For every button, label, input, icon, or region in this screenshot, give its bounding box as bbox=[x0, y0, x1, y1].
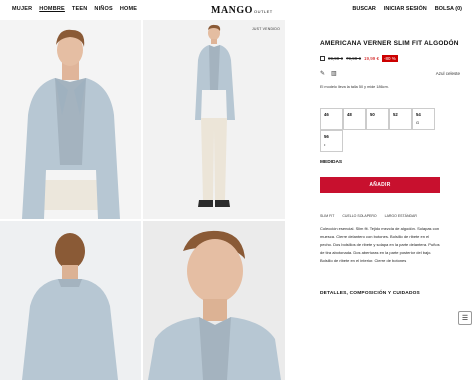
size-label: 54 bbox=[416, 112, 421, 117]
product-photo-front-closeup[interactable] bbox=[0, 20, 141, 219]
bag-link[interactable]: BOLSA (0) bbox=[435, 6, 462, 12]
nav-item-hombre[interactable]: HOMBRE bbox=[39, 6, 65, 12]
size-option[interactable]: 56 • bbox=[320, 130, 343, 152]
logo-suffix: OUTLET bbox=[253, 9, 273, 14]
size-label: 56 bbox=[324, 134, 329, 139]
top-navigation-bar: MUJER HOMBRE TEEN NIÑOS HOME MANGOOUTLET… bbox=[0, 0, 475, 20]
color-row: ✎ ▥ Azul celeste bbox=[320, 70, 460, 77]
discount-badge: -80 % bbox=[382, 54, 398, 62]
gallery-tag: JUST VENDIDO bbox=[251, 27, 280, 31]
chat-icon[interactable]: ☰ bbox=[458, 311, 472, 325]
size-note: • bbox=[324, 142, 326, 147]
product-gallery: JUST VENDIDO bbox=[0, 20, 285, 380]
price-original: 99,99 € bbox=[328, 55, 344, 61]
size-label: 50 bbox=[370, 112, 375, 117]
grid-icon[interactable]: ▥ bbox=[331, 70, 337, 77]
brand-logo[interactable]: MANGOOUTLET bbox=[211, 5, 273, 16]
size-note: G bbox=[416, 120, 420, 125]
product-photo-back[interactable] bbox=[0, 221, 141, 380]
size-option[interactable]: 46 bbox=[320, 108, 343, 130]
ruler-icon[interactable]: ✎ bbox=[320, 70, 325, 77]
nav-item-mujer[interactable]: MUJER bbox=[12, 6, 32, 12]
size-option[interactable]: 54 G bbox=[412, 108, 435, 130]
model-info: El modelo lleva la talla 50 y mide 186cm… bbox=[320, 84, 389, 89]
product-photo-full-body[interactable]: JUST VENDIDO bbox=[143, 20, 285, 219]
login-link[interactable]: INICIAR SESIÓN bbox=[384, 6, 427, 12]
price-row: 99,99 € 79,99 € 19,99 € -80 % bbox=[320, 54, 460, 62]
header-actions: BUSCAR INICIAR SESIÓN BOLSA (0) bbox=[352, 6, 462, 12]
nav-item-teen[interactable]: TEEN bbox=[72, 6, 87, 12]
tab-collar[interactable]: CUELLO SOLAPERO bbox=[342, 214, 376, 218]
tab-length[interactable]: LARGO ESTÁNDAR bbox=[385, 214, 417, 218]
size-label: 52 bbox=[393, 112, 398, 117]
nav-item-home[interactable]: HOME bbox=[120, 6, 137, 12]
checkbox-icon[interactable] bbox=[320, 55, 325, 61]
main-nav: MUJER HOMBRE TEEN NIÑOS HOME bbox=[12, 6, 137, 12]
tab-fit[interactable]: SLIM FIT bbox=[320, 214, 334, 218]
price-sale: 19,99 € bbox=[364, 55, 380, 61]
model-front-illustration bbox=[0, 20, 141, 219]
details-accordion[interactable]: DETALLES, COMPOSICIÓN Y CUIDADOS bbox=[320, 291, 420, 296]
size-option[interactable]: 52 bbox=[389, 108, 412, 130]
measurements-link[interactable]: MEDIDAS bbox=[320, 160, 342, 165]
size-label: 46 bbox=[324, 112, 329, 117]
product-photo-detail[interactable] bbox=[143, 221, 285, 380]
price-previous: 79,99 € bbox=[346, 55, 362, 61]
model-detail-illustration bbox=[143, 221, 285, 380]
model-back-illustration bbox=[0, 221, 141, 380]
nav-item-ninos[interactable]: NIÑOS bbox=[94, 6, 112, 12]
product-info-panel: AMERICANA VERNER SLIM FIT ALGODÓN 99,99 … bbox=[320, 40, 460, 89]
product-description: Colección esencial. Slim fit. Tejido mez… bbox=[320, 226, 440, 263]
product-title: AMERICANA VERNER SLIM FIT ALGODÓN bbox=[320, 40, 459, 47]
size-option[interactable]: 48 bbox=[343, 108, 366, 130]
color-name: Azul celeste bbox=[435, 70, 460, 76]
model-fullbody-illustration bbox=[143, 20, 285, 219]
add-to-bag-button[interactable]: AÑADIR bbox=[320, 177, 440, 193]
size-option[interactable]: 50 bbox=[366, 108, 389, 130]
size-label: 48 bbox=[347, 112, 352, 117]
search-link[interactable]: BUSCAR bbox=[352, 6, 376, 12]
feature-tabs: SLIM FIT CUELLO SOLAPERO LARGO ESTÁNDAR bbox=[320, 214, 417, 218]
logo-text: MANGO bbox=[211, 5, 253, 16]
